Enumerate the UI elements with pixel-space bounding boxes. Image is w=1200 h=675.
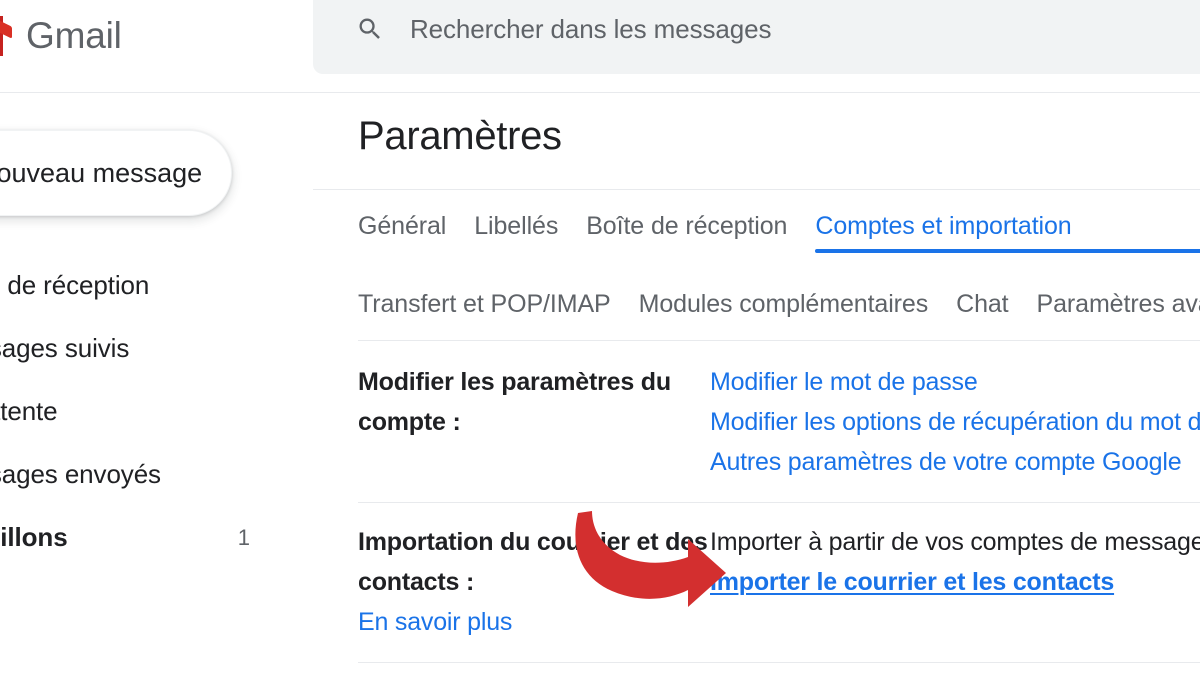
sidebar-item-sent[interactable]: Messages envoyés [0,443,302,506]
settings-row-label: Importation du courrier et des contacts … [358,522,710,642]
tab-general[interactable]: Général [358,212,446,253]
compose-button-label: Nouveau message [0,157,203,188]
divider-under-title [313,189,1200,190]
sidebar-item-label: Brouillons [0,522,68,552]
settings-row-label: Modifier les paramètres du compte : [358,362,710,482]
divider-between-rows [358,502,1200,503]
change-password-link[interactable]: Modifier le mot de passe [710,362,1200,402]
sidebar-item-starred[interactable]: Messages suivis [0,317,302,380]
settings-tabs-row-2: Transfert et POP/IMAP Modules complément… [358,290,1200,331]
settings-row-body: Modifier le mot de passe Modifier les op… [710,362,1200,482]
gmail-envelope-icon [0,14,16,58]
settings-tabs-row-1: Général Libellés Boîte de réception Comp… [358,212,1200,253]
settings-row-account: Modifier les paramètres du compte : Modi… [358,362,1200,482]
search-icon [359,18,380,39]
sidebar-nav-list: Boîte de réception Messages suivis En at… [0,254,302,569]
tab-forwarding-pop-imap[interactable]: Transfert et POP/IMAP [358,290,611,331]
tab-inbox[interactable]: Boîte de réception [586,212,787,253]
tab-addons[interactable]: Modules complémentaires [639,290,929,331]
gmail-logo[interactable]: Gmail [0,8,122,64]
settings-row-label-text: Importation du courrier et des contacts … [358,528,708,596]
gmail-settings-screen: Gmail Rechercher dans les messages Nouve… [0,0,1200,675]
settings-row-import: Importation du courrier et des contacts … [358,522,1200,642]
app-header: Gmail Rechercher dans les messages [0,0,1200,93]
settings-panel: Paramètres Général Libellés Boîte de réc… [313,94,1200,675]
search-input[interactable]: Rechercher dans les messages [410,14,771,45]
sidebar-item-count: 1 [237,524,250,550]
sidebar-item-label: Messages envoyés [0,459,161,489]
tab-labels[interactable]: Libellés [474,212,558,253]
divider-under-tabs [358,340,1200,341]
gmail-wordmark: Gmail [26,15,122,56]
other-google-account-settings-link[interactable]: Autres paramètres de votre compte Google [710,442,1200,482]
tab-accounts-and-import[interactable]: Comptes et importation [815,212,1200,253]
search-bar[interactable]: Rechercher dans les messages [313,0,1200,74]
learn-more-link[interactable]: En savoir plus [358,602,710,642]
sidebar-item-drafts[interactable]: Brouillons 1 [0,506,302,569]
tab-chat[interactable]: Chat [956,290,1009,331]
import-description: Importer à partir de vos comptes de mess… [710,528,1200,556]
settings-row-body: Importer à partir de vos comptes de mess… [710,522,1200,642]
sidebar-item-label: En attente [0,396,58,426]
sidebar-item-inbox[interactable]: Boîte de réception [0,254,302,317]
sidebar-item-label: Boîte de réception [0,270,150,300]
sidebar-item-snoozed[interactable]: En attente [0,380,302,443]
page-title: Paramètres [358,114,562,158]
import-mail-and-contacts-link[interactable]: Importer le courrier et les contacts [710,562,1200,602]
divider-below-import-row [358,662,1200,663]
sidebar: Nouveau message Boîte de réception Messa… [0,94,302,675]
compose-button[interactable]: Nouveau message [0,130,232,216]
settings-row-label-text: Modifier les paramètres du compte : [358,368,671,436]
change-recovery-options-link[interactable]: Modifier les options de récupération du … [710,402,1200,442]
sidebar-item-label: Messages suivis [0,333,130,363]
tab-advanced[interactable]: Paramètres avancés [1037,290,1200,331]
